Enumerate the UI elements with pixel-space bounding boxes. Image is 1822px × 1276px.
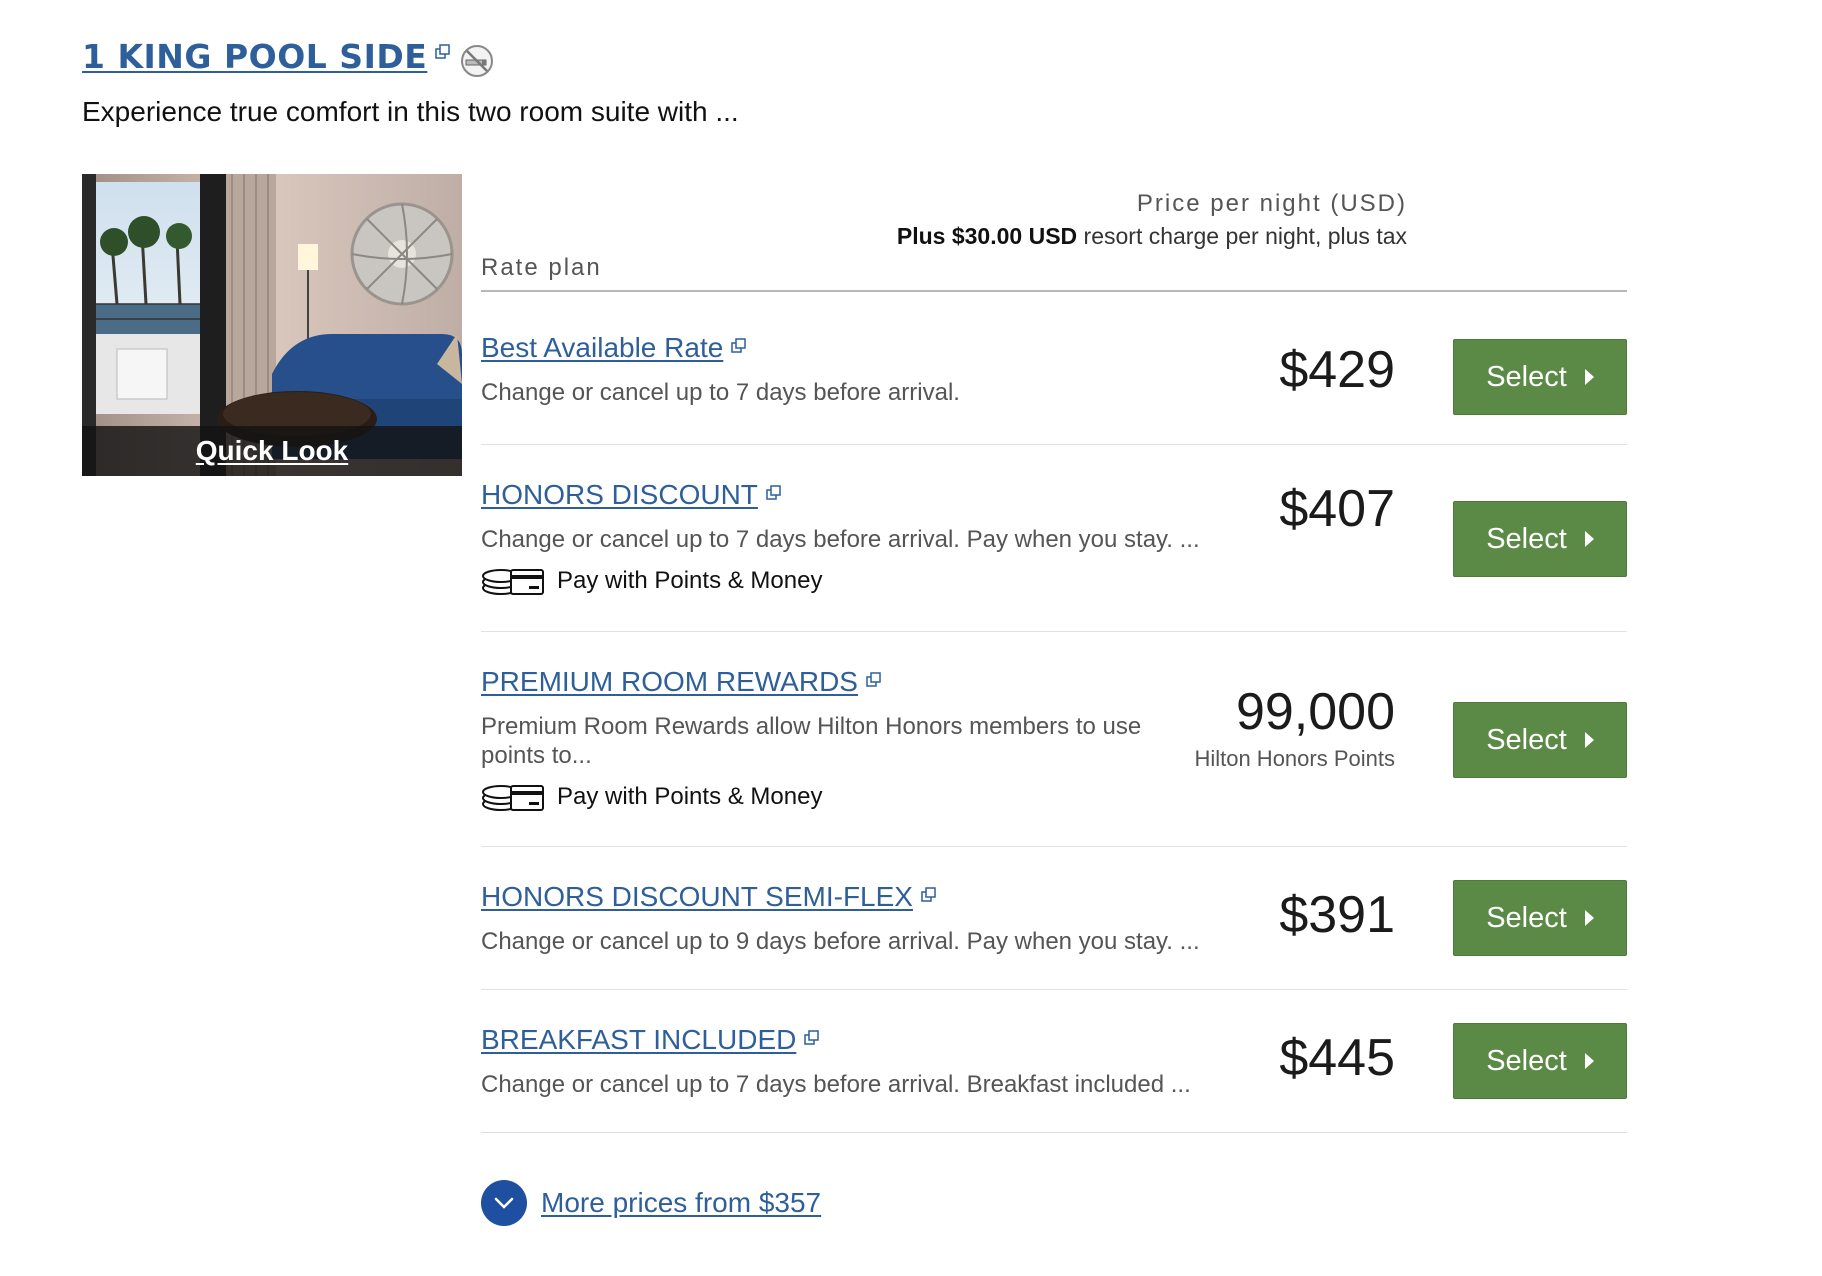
rate-name-text[interactable]: HONORS DISCOUNT: [481, 479, 758, 511]
more-prices-toggle[interactable]: [481, 1180, 527, 1226]
quick-look-link[interactable]: Quick Look: [196, 435, 348, 467]
caret-right-icon: [1584, 910, 1594, 926]
resort-charge-text: resort charge per night, plus tax: [1077, 223, 1407, 249]
select-button[interactable]: Select: [1453, 501, 1627, 577]
external-link-icon[interactable]: [766, 484, 781, 500]
rates-table: Rate plan Price per night (USD) Plus $30…: [481, 186, 1627, 1133]
select-button-label[interactable]: Select: [1486, 724, 1567, 757]
rate-price: 99,000 Hilton Honors Points: [1194, 682, 1395, 772]
rate-price: $407: [1279, 479, 1395, 539]
rate-price-amount: $407: [1279, 480, 1395, 538]
room-photo[interactable]: Quick Look: [82, 174, 462, 476]
rate-row-breakfast-included: BREAKFAST INCLUDED Change or cancel up t…: [481, 990, 1627, 1133]
no-smoking-icon: [461, 45, 494, 77]
more-prices-link[interactable]: More prices from $357: [481, 1180, 821, 1226]
points-money-label: Pay with Points & Money: [557, 567, 823, 594]
rate-price: $391: [1279, 885, 1395, 945]
rate-name-link[interactable]: BREAKFAST INCLUDED: [481, 1024, 820, 1056]
rate-price-amount: $391: [1279, 886, 1395, 944]
rate-row-honors-discount: HONORS DISCOUNT Change or cancel up to 7…: [481, 445, 1627, 632]
chevron-down-icon: [494, 1197, 514, 1209]
rate-row-best-available: Best Available Rate Change or cancel up …: [481, 292, 1627, 445]
rate-name-link[interactable]: Best Available Rate: [481, 332, 747, 364]
external-link-icon[interactable]: [921, 886, 936, 902]
price-column-header: Price per night (USD) Plus $30.00 USD re…: [847, 190, 1407, 250]
rate-name-text[interactable]: PREMIUM ROOM REWARDS: [481, 666, 858, 698]
external-link-icon[interactable]: [866, 671, 881, 687]
select-button-label[interactable]: Select: [1486, 523, 1567, 556]
price-per-night-label: Price per night (USD): [1136, 190, 1407, 217]
rate-points-amount: 99,000: [1235, 683, 1395, 741]
rate-name-text[interactable]: Best Available Rate: [481, 332, 723, 364]
rate-price-amount: $429: [1279, 341, 1395, 399]
rate-price: $445: [1279, 1028, 1395, 1088]
points-money-icon: [482, 785, 544, 811]
resort-charge-note: Plus $30.00 USD resort charge per night,…: [847, 222, 1407, 250]
caret-right-icon: [1584, 1053, 1594, 1069]
room-title-row: 1 KING POOL SIDE: [82, 34, 739, 78]
caret-right-icon: [1584, 369, 1594, 385]
rate-name-text[interactable]: BREAKFAST INCLUDED: [481, 1024, 796, 1056]
rate-name-link[interactable]: HONORS DISCOUNT SEMI-FLEX: [481, 881, 936, 913]
quick-look-overlay[interactable]: Quick Look: [82, 426, 462, 476]
external-link-icon[interactable]: [435, 43, 451, 59]
rates-table-header: Rate plan Price per night (USD) Plus $30…: [481, 186, 1627, 292]
select-button-label[interactable]: Select: [1486, 902, 1567, 935]
select-button[interactable]: Select: [1453, 1023, 1627, 1099]
room-header: 1 KING POOL SIDE Experience true comfort…: [82, 34, 739, 128]
select-button-label[interactable]: Select: [1486, 1045, 1567, 1078]
more-prices-label[interactable]: More prices from $357: [541, 1187, 821, 1219]
rate-plan-column-header: Rate plan: [481, 254, 602, 281]
points-money-option: Pay with Points & Money: [481, 780, 1181, 814]
rate-row-premium-room-rewards: PREMIUM ROOM REWARDS Premium Room Reward…: [481, 632, 1627, 847]
points-money-icon: [482, 569, 544, 595]
caret-right-icon: [1584, 531, 1594, 547]
rate-points-unit: Hilton Honors Points: [1194, 746, 1395, 771]
rate-price-amount: $445: [1279, 1029, 1395, 1087]
resort-charge-amount: Plus $30.00 USD: [896, 223, 1078, 249]
room-description: Experience true comfort in this two room…: [82, 96, 739, 127]
rate-name-link[interactable]: HONORS DISCOUNT: [481, 479, 781, 511]
external-link-icon[interactable]: [804, 1029, 820, 1045]
rate-name-text[interactable]: HONORS DISCOUNT SEMI-FLEX: [481, 881, 913, 913]
select-button[interactable]: Select: [1453, 702, 1627, 778]
rate-name-link[interactable]: PREMIUM ROOM REWARDS: [481, 666, 881, 698]
external-link-icon[interactable]: [731, 337, 747, 353]
select-button[interactable]: Select: [1453, 880, 1627, 956]
rate-price: $429: [1279, 340, 1395, 400]
caret-right-icon: [1584, 732, 1594, 748]
select-button[interactable]: Select: [1453, 339, 1627, 415]
points-money-label: Pay with Points & Money: [557, 783, 823, 810]
select-button-label[interactable]: Select: [1486, 361, 1567, 394]
rate-row-honors-discount-semi-flex: HONORS DISCOUNT SEMI-FLEX Change or canc…: [481, 847, 1627, 990]
room-title-link[interactable]: 1 KING POOL SIDE: [82, 37, 427, 76]
rate-description: Premium Room Rewards allow Hilton Honors…: [481, 713, 1142, 769]
